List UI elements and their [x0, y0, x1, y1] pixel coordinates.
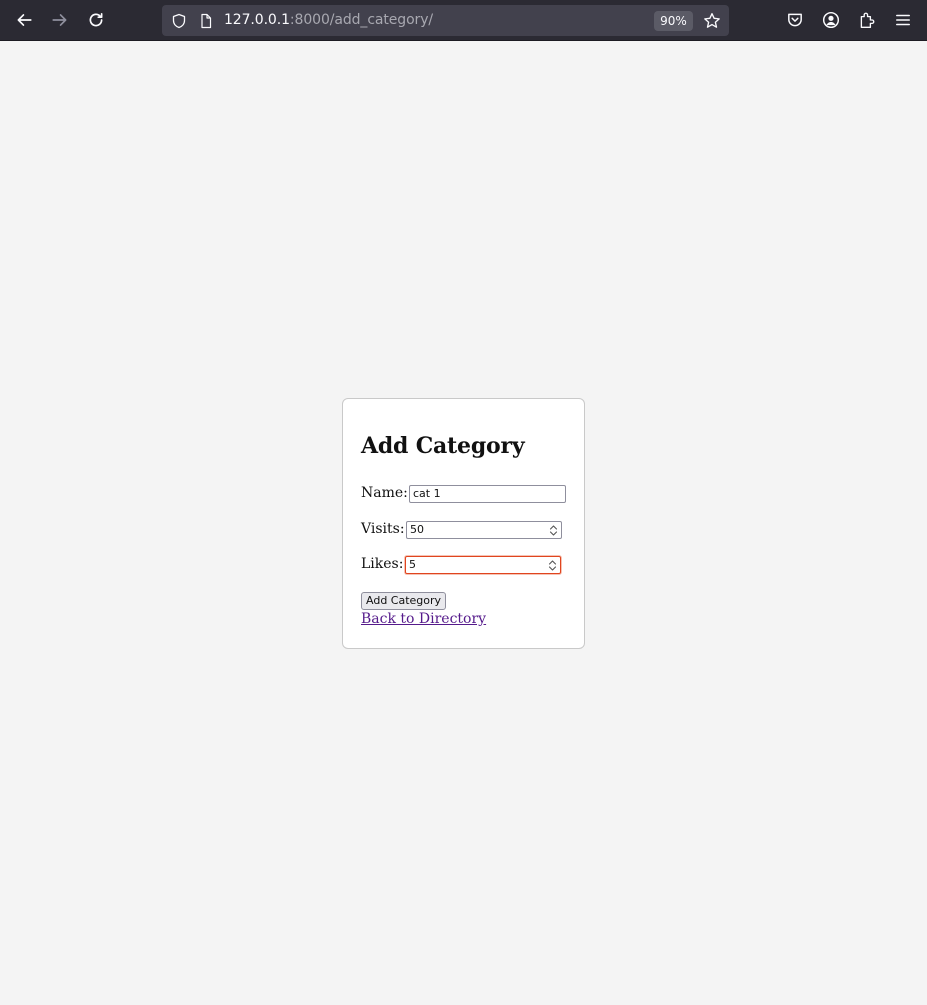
- reload-icon: [89, 12, 103, 27]
- name-input[interactable]: [413, 486, 562, 502]
- page-icon[interactable]: [197, 12, 214, 29]
- name-label: Name:: [361, 485, 408, 501]
- url-text[interactable]: 127.0.0.1:8000/add_category/: [224, 5, 433, 36]
- url-path: :8000/add_category/: [289, 12, 434, 28]
- likes-field[interactable]: [405, 556, 561, 574]
- extensions-button[interactable]: [853, 6, 881, 34]
- likes-input[interactable]: [409, 557, 537, 573]
- visits-label: Visits:: [361, 521, 405, 537]
- back-to-directory-link[interactable]: Back to Directory: [361, 611, 486, 627]
- up-down-chevron-icon: [548, 559, 556, 571]
- visits-stepper[interactable]: [547, 523, 559, 537]
- url-bar[interactable]: 127.0.0.1:8000/add_category/ 90%: [162, 5, 729, 36]
- likes-label: Likes:: [361, 556, 404, 572]
- up-down-chevron-icon: [549, 524, 557, 536]
- menu-button[interactable]: [889, 6, 917, 34]
- arrow-right-icon: [52, 14, 67, 26]
- star-icon: [704, 13, 720, 28]
- zoom-level-badge[interactable]: 90%: [654, 11, 693, 31]
- reload-button[interactable]: [82, 6, 110, 34]
- back-button[interactable]: [10, 6, 38, 34]
- bookmark-star-button[interactable]: [702, 11, 722, 31]
- add-category-button[interactable]: Add Category: [361, 592, 447, 610]
- account-button[interactable]: [817, 6, 845, 34]
- shield-icon[interactable]: [170, 12, 187, 29]
- forward-button[interactable]: [46, 6, 74, 34]
- arrow-left-icon: [17, 14, 32, 26]
- url-host: 127.0.0.1: [224, 12, 290, 28]
- account-icon: [822, 11, 840, 29]
- likes-stepper[interactable]: [546, 558, 558, 572]
- page-title: Add Category: [361, 433, 525, 459]
- pocket-icon: [788, 13, 802, 27]
- visits-input[interactable]: [410, 522, 538, 538]
- puzzle-icon: [860, 12, 875, 28]
- hamburger-menu-icon: [896, 14, 910, 26]
- visits-field[interactable]: [406, 521, 562, 539]
- name-field[interactable]: [409, 485, 566, 503]
- add-category-card: Add Category Name: Visits: Likes: Add Ca…: [342, 398, 585, 649]
- pocket-button[interactable]: [781, 6, 809, 34]
- browser-toolbar: 127.0.0.1:8000/add_category/ 90%: [0, 0, 927, 41]
